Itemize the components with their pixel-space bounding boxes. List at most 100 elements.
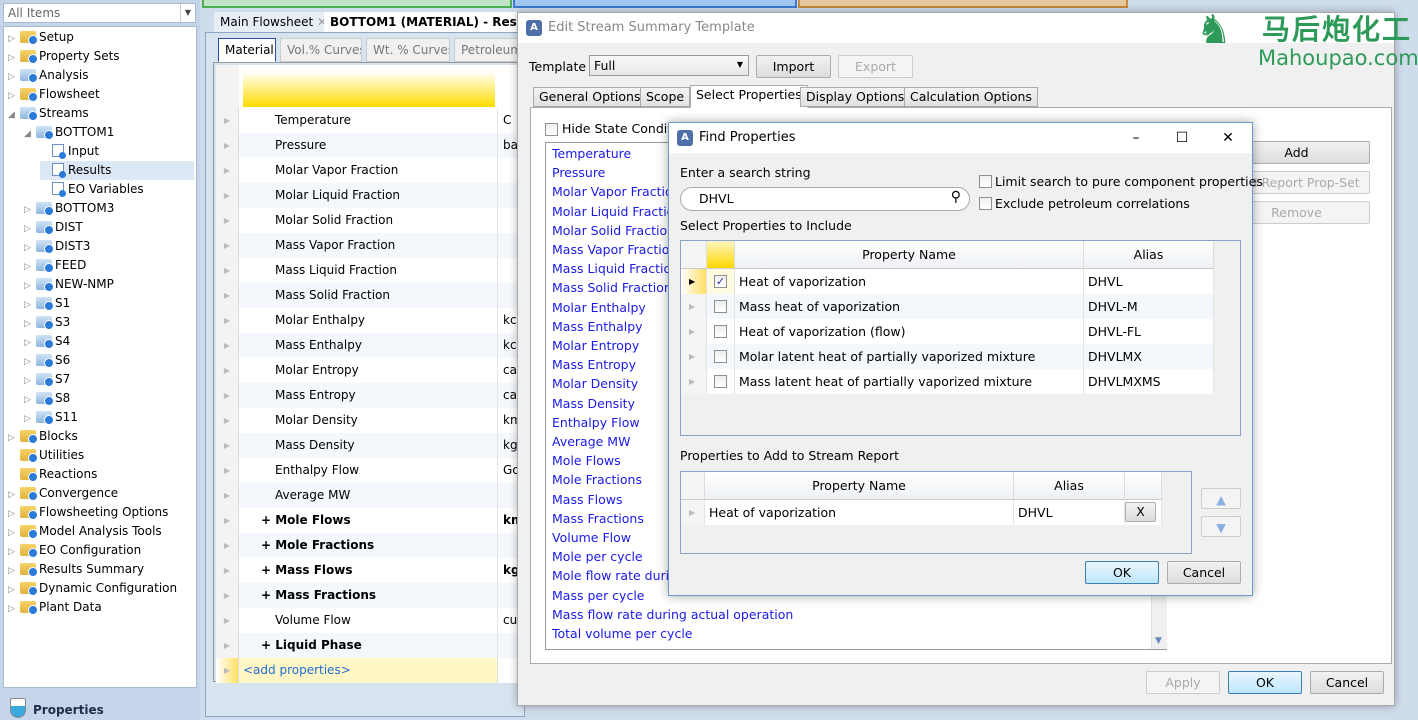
row-header-arrow-icon[interactable]: ▶ <box>216 358 239 383</box>
minimize-icon[interactable]: – <box>1116 123 1156 153</box>
row-selector-arrow-icon[interactable]: ▶ <box>681 294 707 319</box>
expand-arrow-icon[interactable]: ▷ <box>8 600 20 619</box>
row-selector-arrow-icon[interactable]: ▶ <box>681 319 707 344</box>
search-result-row[interactable]: ▶ Mass heat of vaporization DHVL-M <box>681 294 1214 319</box>
property-list-item[interactable]: Average MW <box>552 432 630 451</box>
apply-button[interactable]: Apply <box>1146 671 1220 694</box>
table-row[interactable]: ▶ Pressure bar <box>216 133 526 158</box>
tree-item[interactable]: ▷ Blocks <box>8 427 78 446</box>
property-list-item[interactable]: Mass Liquid Fraction <box>552 259 679 278</box>
tree-item[interactable]: ▷ Convergence <box>8 484 118 503</box>
tree-item[interactable]: ▷ Plant Data <box>8 598 102 617</box>
table-row[interactable]: ▶Molar Densitykmo <box>216 408 526 433</box>
tree-item[interactable]: EO Variables <box>40 180 144 199</box>
table-row[interactable]: ▶ Temperature C <box>216 108 526 133</box>
row-selector-arrow-icon[interactable]: ▶ <box>681 500 705 525</box>
tree-item[interactable]: ▷ Model Analysis Tools <box>8 522 162 541</box>
property-list-item[interactable]: Mole per cycle <box>552 547 643 566</box>
row-header-arrow-icon[interactable]: ▶ <box>216 583 239 608</box>
table-row[interactable]: ▶ Mass Solid Fraction <box>216 283 526 308</box>
row-header-arrow-icon[interactable]: ▶ <box>216 558 239 583</box>
table-row[interactable]: ▶ Mass Density kg/ <box>216 433 526 458</box>
property-list-item[interactable]: Mass Solid Fraction <box>552 278 672 297</box>
chevron-down-icon[interactable]: ▼ <box>180 4 195 22</box>
property-list-item[interactable]: Pressure <box>552 163 605 182</box>
ok-button[interactable]: OK <box>1228 671 1302 694</box>
tree-item[interactable]: ▷ NEW-NMP <box>24 275 114 294</box>
table-row[interactable]: ▶ Molar Liquid Fraction <box>216 183 526 208</box>
row-header-arrow-icon[interactable]: ▶ <box>216 333 239 358</box>
tree-item[interactable]: ▷ Analysis <box>8 66 88 85</box>
tab-material[interactable]: Material <box>218 38 276 62</box>
search-result-row[interactable]: ▶ ✓ Heat of vaporization DHVL <box>681 269 1214 294</box>
search-icon[interactable]: ⚲ <box>951 189 961 205</box>
table-row[interactable]: ▶+ Mole Flowskmo <box>216 508 526 533</box>
tab-display-options[interactable]: Display Options <box>800 87 911 107</box>
row-header-arrow-icon[interactable]: ▶ <box>216 533 239 558</box>
row-header-arrow-icon[interactable]: ▶ <box>216 183 239 208</box>
remove-row-button[interactable]: X <box>1125 502 1156 522</box>
property-list-item[interactable]: Molar Liquid Fraction <box>552 202 682 221</box>
row-header-arrow-icon[interactable]: ▶ <box>216 133 239 158</box>
add-properties-row[interactable]: ▶ <add properties> <box>216 658 526 683</box>
find-cancel-button[interactable]: Cancel <box>1167 561 1241 584</box>
tree-item[interactable]: ▷ S11 <box>24 408 78 427</box>
tab-scope[interactable]: Scope <box>640 87 691 107</box>
row-header-arrow-icon[interactable]: ▶ <box>216 208 239 233</box>
row-header-arrow-icon[interactable]: ▶ <box>216 383 239 408</box>
scroll-down-icon[interactable]: ▼ <box>1155 636 1162 646</box>
property-list-item[interactable]: Mass flow rate during actual operation <box>552 605 793 624</box>
tree-item[interactable]: ▷ S1 <box>24 294 70 313</box>
table-row[interactable]: ▶ + Mass Flows kg/ <box>216 558 526 583</box>
filter-dropdown[interactable]: All Items ▼ <box>3 3 196 23</box>
tree-item[interactable]: ▷ Setup <box>8 28 74 47</box>
expanded-arrow-icon[interactable]: ◢ <box>8 106 20 125</box>
table-row[interactable]: ▶ Mass Vapor Fraction <box>216 233 526 258</box>
template-select[interactable]: Full ▼ <box>589 55 749 76</box>
table-row[interactable]: ▶ Mass Enthalpy kcal <box>216 333 526 358</box>
move-up-button[interactable]: ▲ <box>1201 488 1241 509</box>
search-result-row[interactable]: ▶ Molar latent heat of partially vaporize… <box>681 344 1214 369</box>
property-list-item[interactable]: Molar Vapor Fraction <box>552 182 681 201</box>
alias-header[interactable]: Alias <box>1084 241 1214 269</box>
row-header-arrow-icon[interactable]: ▶ <box>216 408 239 433</box>
row-header-arrow-icon[interactable]: ▶ <box>216 458 239 483</box>
tree-item[interactable]: Results <box>40 161 194 180</box>
tree-item[interactable]: ▷ S3 <box>24 313 70 332</box>
property-list-item[interactable]: Mass Flows <box>552 490 623 509</box>
tab-vol-curves[interactable]: Vol.% Curves <box>280 38 362 62</box>
table-row[interactable]: ▶Volume Flowcum <box>216 608 526 633</box>
search-result-row[interactable]: ▶ Heat of vaporization (flow) DHVL-FL <box>681 319 1214 344</box>
tree-item[interactable]: ▷ Dynamic Configuration <box>8 579 177 598</box>
tab-main-flowsheet[interactable]: Main Flowsheet ✕ <box>214 12 334 32</box>
search-input[interactable]: DHVL ⚲ <box>680 187 970 211</box>
property-list-item[interactable]: Molar Solid Fraction <box>552 221 675 240</box>
table-row[interactable]: ▶ Molar Solid Fraction <box>216 208 526 233</box>
tree-item[interactable]: ▷ Results Summary <box>8 560 144 579</box>
property-list-item[interactable]: Mass Vapor Fraction <box>552 240 677 259</box>
property-list-item[interactable]: Molar Enthalpy <box>552 298 646 317</box>
property-name-header[interactable]: Property Name <box>735 241 1084 269</box>
property-list-item[interactable]: Temperature <box>552 144 631 163</box>
table-row[interactable]: ▶ Molar Enthalpy kcal <box>216 308 526 333</box>
property-list-item[interactable]: Molar Entropy <box>552 336 639 355</box>
tree-item[interactable]: ▷ EO Configuration <box>8 541 141 560</box>
property-list-item[interactable]: Molar Density <box>552 374 638 393</box>
search-result-row[interactable]: ▶ Mass latent heat of partially vaporized… <box>681 369 1214 394</box>
find-ok-button[interactable]: OK <box>1085 561 1159 584</box>
table-row[interactable]: ▶ Average MW <box>216 483 526 508</box>
table-row[interactable]: ▶ + Mole Fractions <box>216 533 526 558</box>
add-properties-link[interactable]: <add properties> <box>239 658 498 683</box>
close-icon[interactable]: ✕ <box>1208 123 1248 153</box>
property-list-item[interactable]: Mass per cycle <box>552 586 645 605</box>
property-list-item[interactable]: Mass Enthalpy <box>552 317 643 336</box>
maximize-icon[interactable]: ☐ <box>1162 123 1202 153</box>
table-row[interactable]: ▶ Molar Entropy cal/ <box>216 358 526 383</box>
row-header-arrow-icon[interactable]: ▶ <box>216 633 239 658</box>
tree-item[interactable]: ◢ Streams <box>8 104 89 123</box>
include-checkbox[interactable] <box>714 375 727 388</box>
tree-item[interactable]: ▷ Flowsheeting Options <box>8 503 168 522</box>
limit-pure-checkbox[interactable] <box>979 175 992 188</box>
tree-item[interactable]: Utilities <box>8 446 84 465</box>
tree-item[interactable]: ▷ S8 <box>24 389 70 408</box>
